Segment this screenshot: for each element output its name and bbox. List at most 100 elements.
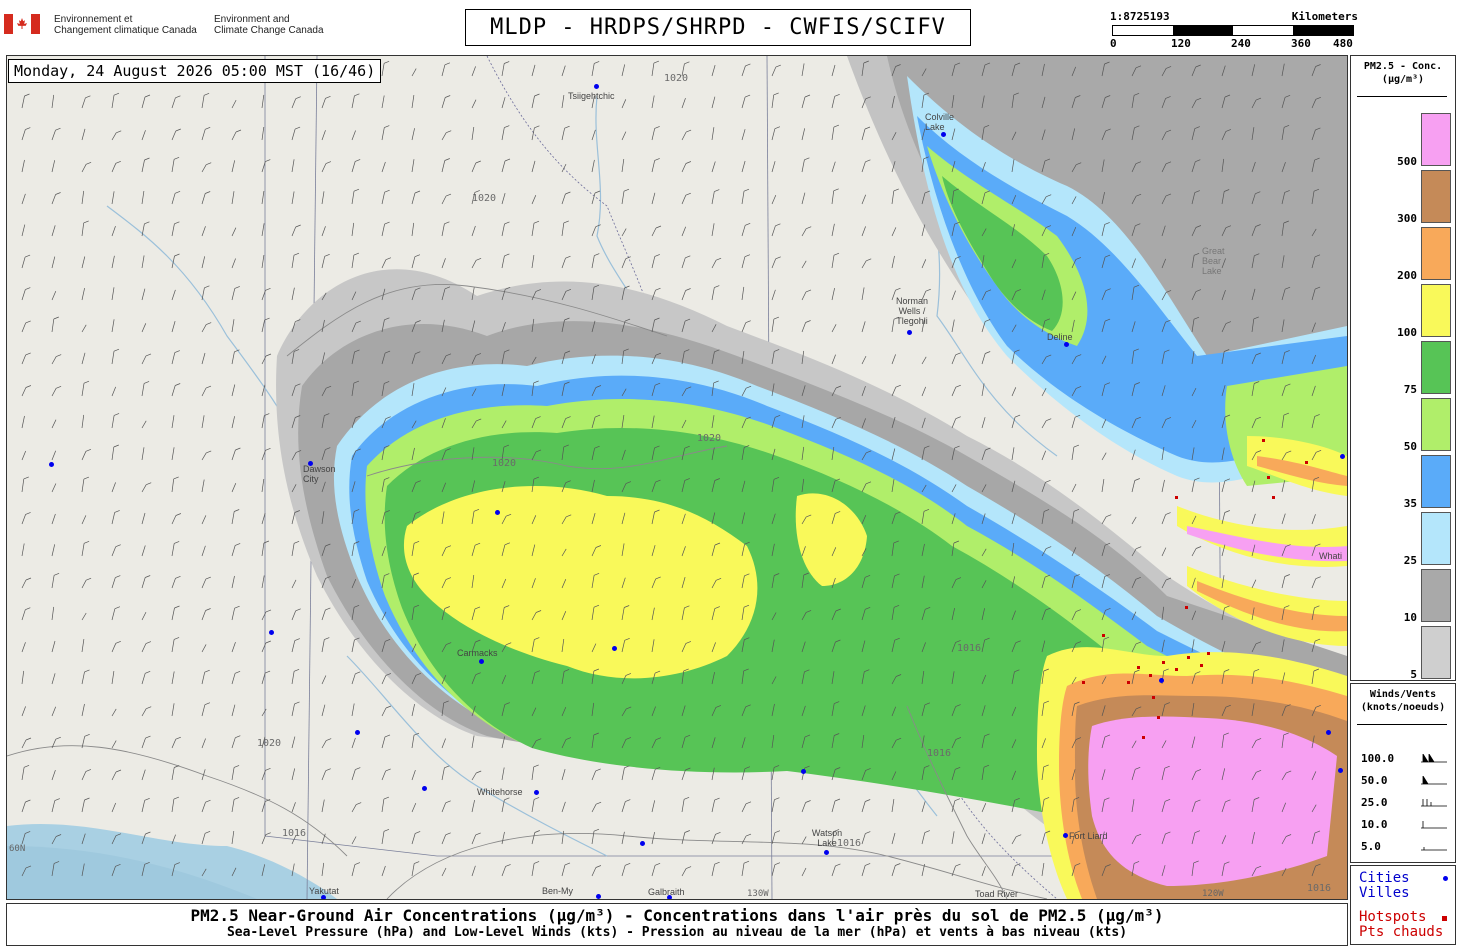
city-dot[interactable] (1064, 342, 1069, 347)
department-name-fr: Environnement et Changement climatique Ca… (54, 14, 197, 36)
city-dot[interactable] (495, 510, 500, 515)
wind-speed-label: 100.0 (1361, 752, 1395, 765)
city-label: Galbraith (648, 887, 685, 897)
legend-swatch (1421, 227, 1451, 280)
scale-bar: 1:8725193 Kilometers 0 120 240 360 480 (1108, 10, 1358, 50)
hotspot-marker (1142, 736, 1145, 739)
legend-bin-label: 35 (1403, 497, 1417, 510)
canada-flag-icon (4, 14, 40, 34)
isobar-label: 1020 (664, 73, 688, 84)
caption-line-2: Sea-Level Pressure (hPa) and Low-Level W… (226, 925, 1128, 940)
hotspot-marker (1102, 634, 1105, 637)
city-label: Ben-My (542, 886, 574, 896)
city-label: Watson Lake (811, 828, 843, 848)
eccc-logo: Environnement et Changement climatique Ca… (4, 8, 344, 48)
hotspot-marker (1175, 668, 1178, 671)
hotspot-marker (1082, 681, 1085, 684)
hotspot-marker (1267, 476, 1270, 479)
city-dot[interactable] (534, 790, 539, 795)
map-panel[interactable]: 1020 1016 1020 1016 1020 1020 1016 1016 … (6, 55, 1348, 900)
hotspot-marker (1149, 674, 1152, 677)
legend-swatch (1421, 512, 1451, 565)
legend-unit: (μg/m³) (1381, 74, 1425, 85)
villes-label: Villes (1359, 885, 1410, 901)
city-label: Yakutat (309, 886, 339, 896)
city-dot[interactable] (1340, 454, 1345, 459)
legend-swatch (1421, 170, 1451, 223)
hotspot-marker (1127, 681, 1130, 684)
graticule-label: 130W (747, 889, 769, 899)
department-name-en: Environment and Climate Change Canada (214, 14, 324, 36)
isobar-label: 1020 (257, 738, 281, 749)
legend-swatch (1421, 626, 1451, 679)
city-dot[interactable] (1326, 730, 1331, 735)
city-label: Toad River (975, 889, 1019, 899)
scale-tick: 360 (1291, 37, 1311, 50)
legend-bin-label: 500 (1397, 155, 1417, 168)
city-dot[interactable] (479, 659, 484, 664)
cities-label: Cities (1359, 870, 1410, 886)
legend-unit: (knots/noeuds) (1360, 702, 1446, 713)
city-dot[interactable] (49, 462, 54, 467)
city-dot[interactable] (1063, 833, 1068, 838)
hotspot-marker (1305, 461, 1308, 464)
hotspot-marker (1262, 439, 1265, 442)
city-dot[interactable] (640, 841, 645, 846)
wind-barb-icon (1421, 799, 1447, 807)
city-dot[interactable] (594, 84, 599, 89)
hotspot-marker (1187, 656, 1190, 659)
city-label: Norman Wells / Tlegohli (895, 296, 928, 326)
wind-barb-icon (1421, 847, 1447, 851)
city-dot[interactable] (269, 630, 274, 635)
legend-swatch (1421, 569, 1451, 622)
hotspot-symbol-icon (1442, 916, 1447, 921)
city-dot[interactable] (801, 769, 806, 774)
hotspot-marker (1152, 696, 1155, 699)
legend-bin-label: 5 (1410, 668, 1417, 681)
legend-bin-label: 50 (1403, 440, 1417, 453)
hotspots-label: Hotspots (1359, 909, 1427, 925)
wind-speed-label: 5.0 (1361, 840, 1381, 853)
city-label: Whati (1319, 551, 1343, 561)
legend-swatch (1421, 398, 1451, 451)
legend-swatch (1421, 284, 1451, 337)
city-dot[interactable] (422, 786, 427, 791)
city-dot[interactable] (941, 132, 946, 137)
map-caption: PM2.5 Near-Ground Air Concentrations (μg… (6, 903, 1348, 946)
caption-line-1: PM2.5 Near-Ground Air Concentrations (μg… (190, 906, 1164, 925)
isobar-label: 1016 (282, 828, 306, 839)
marker-legend: Cities Villes Hotspots Pts chauds (1350, 865, 1456, 945)
isobar-label: 1020 (492, 458, 516, 469)
city-dot[interactable] (824, 850, 829, 855)
pts-chauds-label: Pts chauds (1359, 924, 1444, 940)
hotspot-marker (1137, 666, 1140, 669)
hotspot-marker (1272, 496, 1275, 499)
city-dot[interactable] (596, 894, 601, 899)
city-label: Whitehorse (477, 787, 523, 797)
scale-tick: 120 (1171, 37, 1191, 50)
city-dot[interactable] (1338, 768, 1343, 773)
city-symbol-icon (1443, 876, 1448, 881)
graticule-label: 120W (1202, 889, 1224, 899)
city-dot[interactable] (907, 330, 912, 335)
legend-title: PM2.5 - Conc. (1363, 61, 1443, 72)
isobar-label: 1016 (957, 643, 981, 654)
city-dot[interactable] (1159, 678, 1164, 683)
map-canvas: 1020 1016 1020 1016 1020 1020 1016 1016 … (7, 56, 1347, 899)
legend-bin-label: 10 (1403, 611, 1417, 624)
city-label: Dawson City (303, 464, 336, 484)
isobar-label: 1020 (472, 193, 496, 204)
isobar-label: 1020 (697, 433, 721, 444)
scale-unit: Kilometers (1291, 10, 1358, 23)
product-title: MLDP - HRDPS/SHRPD - CWFIS/SCIFV (465, 9, 971, 46)
valid-datetime: Monday, 24 August 2026 05:00 MST (16/46) (8, 59, 382, 83)
hotspot-marker (1185, 606, 1188, 609)
graticule-label: 60N (9, 844, 25, 854)
city-dot[interactable] (612, 646, 617, 651)
legend-bin-label: 75 (1403, 383, 1417, 396)
legend-swatch (1421, 113, 1451, 166)
city-dot[interactable] (355, 730, 360, 735)
legend-swatch (1421, 455, 1451, 508)
legend-bin-label: 100 (1397, 326, 1417, 339)
wind-speed-label: 25.0 (1361, 796, 1388, 809)
